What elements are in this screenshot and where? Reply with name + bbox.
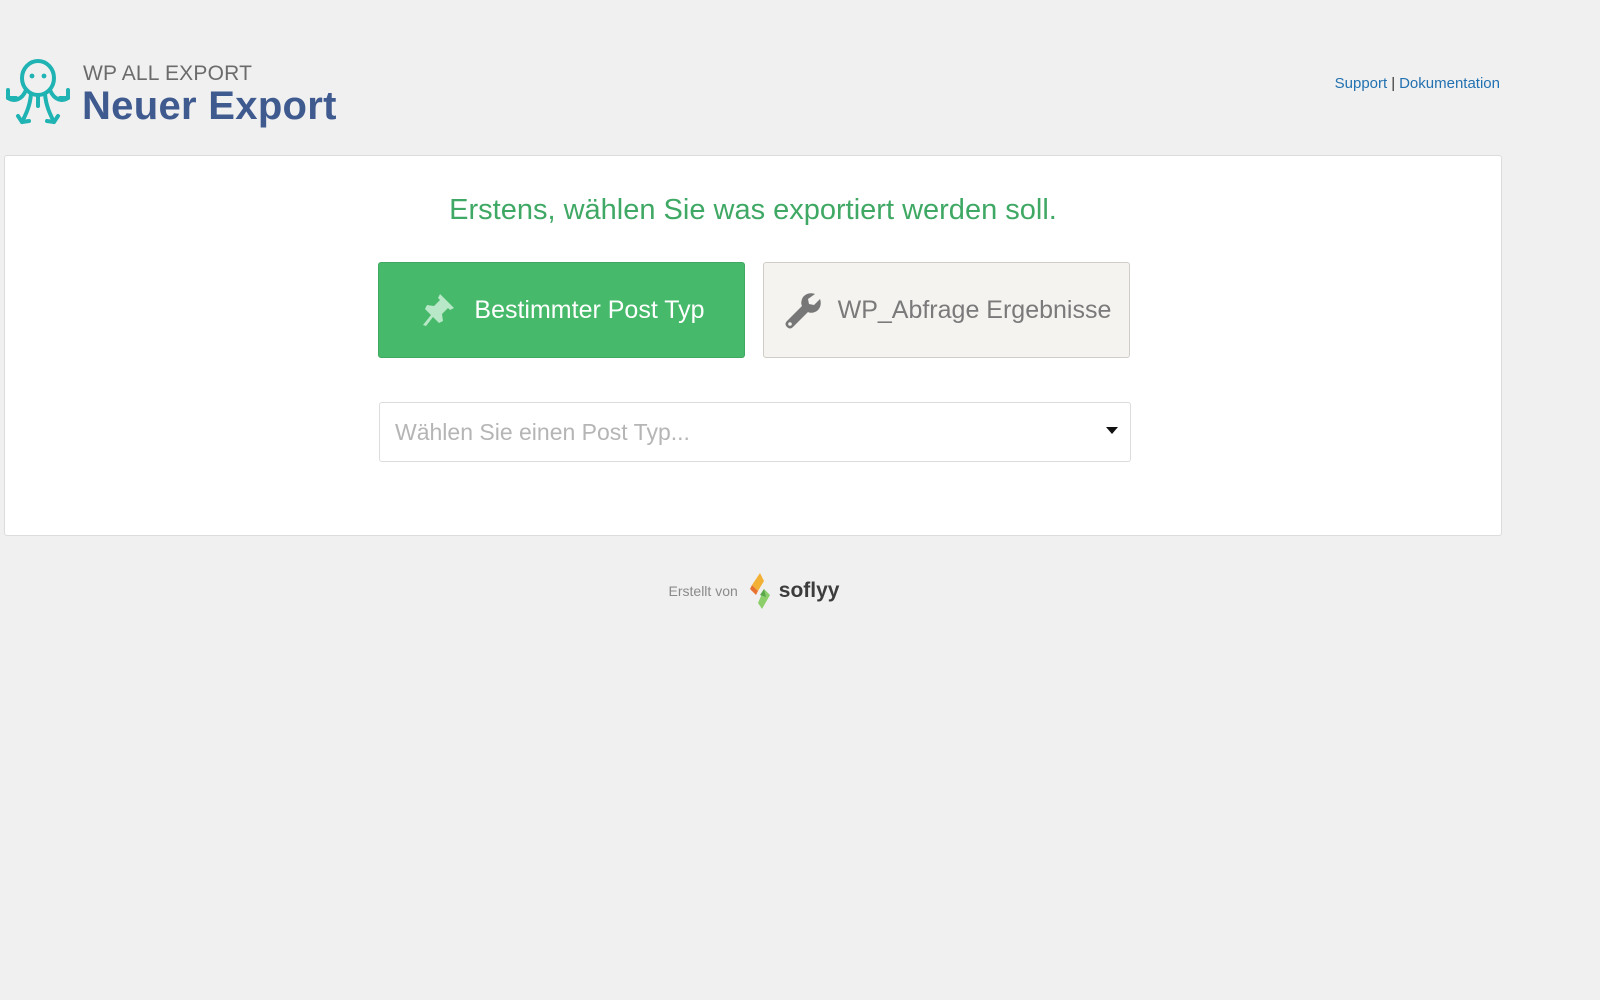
help-links: Support | Dokumentation: [1335, 75, 1500, 92]
specific-post-type-label: Bestimmter Post Typ: [474, 295, 705, 324]
footer: Erstellt von soflyy: [0, 570, 1508, 612]
header: WP ALL EXPORT Neuer Export Support | Dokum…: [0, 50, 1504, 140]
soflyy-wordmark: soflyy: [778, 579, 840, 602]
support-link[interactable]: Support: [1335, 75, 1388, 92]
link-separator: |: [1391, 75, 1396, 92]
wrench-icon: [785, 293, 821, 329]
post-type-select-placeholder: Wählen Sie einen Post Typ...: [395, 419, 690, 445]
page: WP ALL EXPORT Neuer Export Support | Dokum…: [0, 0, 1600, 1000]
documentation-link[interactable]: Dokumentation: [1399, 75, 1500, 92]
pushpin-icon: [423, 294, 455, 326]
soflyy-logo-icon: [749, 573, 770, 609]
wp-query-results-label: WP_Abfrage Ergebnisse: [837, 295, 1112, 324]
specific-post-type-button[interactable]: Bestimmter Post Typ: [378, 262, 745, 358]
export-type-card: Erstens, wählen Sie was exportiert werde…: [4, 155, 1502, 536]
wp-query-results-button[interactable]: WP_Abfrage Ergebnisse: [763, 262, 1130, 358]
page-title: Neuer Export: [82, 84, 337, 128]
created-by-text: Erstellt von: [668, 583, 738, 599]
step-title: Erstens, wählen Sie was exportiert werde…: [449, 194, 1057, 226]
post-type-select[interactable]: Wählen Sie einen Post Typ...: [379, 402, 1131, 462]
soflyy-logo[interactable]: soflyy: [748, 571, 840, 611]
chevron-down-icon: [1106, 427, 1118, 434]
brand-name: WP ALL EXPORT: [83, 62, 253, 85]
octopus-logo-icon: [6, 59, 70, 124]
